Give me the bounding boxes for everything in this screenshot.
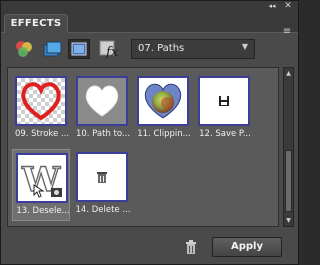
effects-grid: 09. Stroke ... 10. Path to... 11. Clippi… bbox=[7, 67, 279, 227]
category-dropdown-value: 07. Paths bbox=[138, 43, 185, 54]
collapse-icon[interactable]: ◂◂ bbox=[264, 1, 280, 11]
scroll-up-icon[interactable]: ▲ bbox=[284, 69, 293, 78]
chevron-down-icon: ▼ bbox=[241, 42, 248, 51]
thumbnail-image bbox=[137, 76, 189, 126]
panel-menu-icon[interactable]: ≡ bbox=[281, 26, 293, 38]
tab-bar: EFFECTS ≡ bbox=[1, 12, 298, 37]
thumbnail-caption: 10. Path to... bbox=[75, 129, 131, 139]
svg-text:fx: fx bbox=[105, 45, 119, 59]
thumbnail-caption: 11. Clippin... bbox=[137, 129, 191, 139]
photo-effects-icon[interactable] bbox=[68, 39, 90, 59]
effect-thumb-deselect[interactable]: W 13. Desele... bbox=[12, 149, 70, 221]
effect-thumb-path-to[interactable]: 10. Path to... bbox=[73, 73, 131, 145]
thumbnail-caption: 09. Stroke ... bbox=[14, 129, 70, 139]
thumbnail-image bbox=[76, 152, 128, 202]
text-effects-icon[interactable]: fx bbox=[98, 39, 120, 60]
thumbnail-image: W bbox=[16, 153, 68, 203]
effect-thumb-save-path[interactable]: 12. Save P... bbox=[195, 73, 253, 145]
filters-icon[interactable] bbox=[13, 39, 35, 59]
trash-icon bbox=[97, 172, 107, 183]
save-icon bbox=[219, 96, 229, 106]
apply-button[interactable]: Apply bbox=[212, 237, 282, 257]
panel-title-strip: ◂◂ ✕ bbox=[1, 1, 298, 12]
vertical-scrollbar[interactable]: ▲ ▼ bbox=[283, 67, 294, 227]
scrollbar-thumb[interactable] bbox=[285, 150, 292, 212]
thumbnail-image bbox=[76, 76, 128, 126]
thumbnail-caption: 14. Delete ... bbox=[75, 205, 131, 215]
tab-effects[interactable]: EFFECTS bbox=[4, 14, 68, 33]
layer-styles-icon[interactable] bbox=[41, 39, 63, 59]
effect-thumb-stroke[interactable]: 09. Stroke ... bbox=[12, 73, 70, 145]
scroll-down-icon[interactable]: ▼ bbox=[284, 216, 293, 225]
category-dropdown[interactable]: 07. Paths ▼ bbox=[131, 39, 255, 59]
thumbnail-caption: 12. Save P... bbox=[199, 129, 251, 139]
close-icon[interactable]: ✕ bbox=[282, 1, 294, 11]
trash-icon[interactable] bbox=[184, 240, 198, 256]
effect-thumb-delete[interactable]: 14. Delete ... bbox=[73, 149, 131, 221]
thumbnail-image bbox=[15, 76, 67, 126]
thumbnail-caption: 13. Desele... bbox=[16, 206, 70, 216]
thumbnail-image bbox=[198, 76, 250, 126]
effects-panel: ◂◂ ✕ EFFECTS ≡ fx 07. Paths ▼ 09. Stroke… bbox=[0, 0, 299, 265]
effect-thumb-clipping[interactable]: 11. Clippin... bbox=[134, 73, 192, 145]
